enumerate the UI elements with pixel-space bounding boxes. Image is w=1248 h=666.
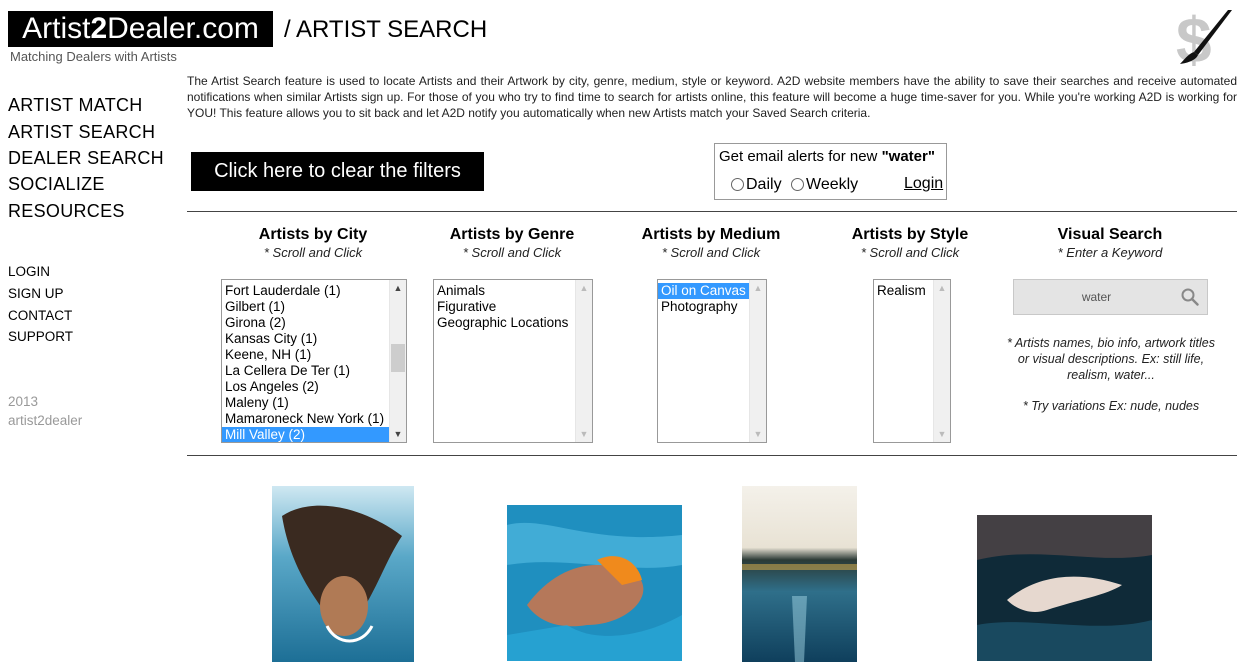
medium-option-selected[interactable]: Oil on Canvas <box>658 283 749 299</box>
nav-login[interactable]: LOGIN <box>8 264 50 279</box>
scroll-up-icon[interactable]: ▲ <box>390 280 406 296</box>
genre-option[interactable]: Geographic Locations <box>434 315 575 331</box>
artwork-image-floating-swimmer <box>977 515 1152 661</box>
style-subheading: * Scroll and Click <box>860 245 960 260</box>
genre-listbox[interactable]: Animals Figurative Geographic Locations … <box>433 279 593 443</box>
page-title: / ARTIST SEARCH <box>284 16 488 43</box>
site-logo[interactable]: Artist2Dealer.com <box>8 11 273 47</box>
medium-scrollbar[interactable]: ▲ ▼ <box>749 280 766 442</box>
genre-option[interactable]: Animals <box>434 283 575 299</box>
visual-search-help: * Artists names, bio info, artwork title… <box>1007 336 1215 382</box>
scroll-up-icon[interactable]: ▲ <box>576 280 592 296</box>
alerts-login-link[interactable]: Login <box>904 175 943 193</box>
city-option[interactable]: Girona (2) <box>222 315 389 331</box>
copyright-year: 2013 <box>8 394 39 409</box>
artwork-thumbnail[interactable] <box>507 505 682 661</box>
city-subheading: * Scroll and Click <box>263 245 363 260</box>
nav-sign-up[interactable]: SIGN UP <box>8 286 64 301</box>
visual-search-box <box>1013 279 1208 315</box>
daily-radio[interactable] <box>731 178 744 191</box>
dollar-brush-icon: $ <box>1176 8 1232 66</box>
search-icon[interactable] <box>1181 288 1199 306</box>
divider-bottom <box>187 455 1237 456</box>
city-listbox[interactable]: Fort Lauderdale (1) Gilbert (1) Girona (… <box>221 279 407 443</box>
visual-search-input[interactable] <box>1014 280 1179 314</box>
city-option[interactable]: Los Angeles (2) <box>222 379 389 395</box>
scroll-down-icon[interactable]: ▼ <box>934 426 950 442</box>
scroll-down-icon[interactable]: ▼ <box>576 426 592 442</box>
nav-artist-search[interactable]: ARTIST SEARCH <box>8 122 155 143</box>
medium-subheading: * Scroll and Click <box>661 245 761 260</box>
copyright-site-name: artist2dealer <box>8 413 83 428</box>
email-alerts-box: Get email alerts for new "water" Daily W… <box>714 143 947 200</box>
nav-resources[interactable]: RESOURCES <box>8 201 125 222</box>
city-option[interactable]: Keene, NH (1) <box>222 347 389 363</box>
genre-scrollbar[interactable]: ▲ ▼ <box>575 280 592 442</box>
scroll-up-icon[interactable]: ▲ <box>750 280 766 296</box>
logo-text-dealer: Dealer.com <box>107 12 259 45</box>
clear-filters-button[interactable]: Click here to clear the filters <box>191 152 484 191</box>
scroll-down-icon[interactable]: ▼ <box>750 426 766 442</box>
city-option[interactable]: Mamaroneck New York (1) <box>222 411 389 427</box>
artwork-image-water-surface <box>742 486 857 662</box>
nav-socialize[interactable]: SOCIALIZE <box>8 174 105 195</box>
visual-search-tip: * Try variations Ex: nude, nudes <box>1022 399 1200 413</box>
medium-option[interactable]: Photography <box>658 299 749 315</box>
genre-option[interactable]: Figurative <box>434 299 575 315</box>
scroll-down-icon[interactable]: ▼ <box>390 426 406 442</box>
nav-contact[interactable]: CONTACT <box>8 308 72 323</box>
email-alerts-prefix: Get email alerts for new <box>719 148 882 165</box>
city-option[interactable]: Kansas City (1) <box>222 331 389 347</box>
weekly-radio[interactable] <box>791 178 804 191</box>
style-scrollbar[interactable]: ▲ ▼ <box>933 280 950 442</box>
email-alerts-keyword: "water" <box>881 148 935 165</box>
artwork-thumbnail[interactable] <box>272 486 414 662</box>
genre-heading: Artists by Genre <box>449 226 575 243</box>
logo-text-2: 2 <box>90 12 108 45</box>
scroll-up-icon[interactable]: ▲ <box>934 280 950 296</box>
medium-listbox[interactable]: Oil on Canvas Photography ▲ ▼ <box>657 279 767 443</box>
nav-support[interactable]: SUPPORT <box>8 329 73 344</box>
city-option-selected[interactable]: Mill Valley (2) <box>222 427 389 442</box>
intro-paragraph: The Artist Search feature is used to loc… <box>187 74 1237 120</box>
divider-top <box>187 211 1237 212</box>
visual-search-subheading: * Enter a Keyword <box>1057 245 1163 260</box>
city-option[interactable]: La Cellera De Ter (1) <box>222 363 389 379</box>
nav-artist-match[interactable]: ARTIST MATCH <box>8 95 143 116</box>
city-option[interactable]: Maleny (1) <box>222 395 389 411</box>
medium-heading: Artists by Medium <box>641 226 781 243</box>
weekly-label[interactable]: Weekly <box>806 176 858 194</box>
artwork-image-swimmer-bikini <box>507 505 682 661</box>
style-heading: Artists by Style <box>851 226 969 243</box>
genre-subheading: * Scroll and Click <box>462 245 562 260</box>
style-listbox[interactable]: Realism ▲ ▼ <box>873 279 951 443</box>
nav-dealer-search[interactable]: DEALER SEARCH <box>8 148 164 169</box>
city-option[interactable]: Gilbert (1) <box>222 299 389 315</box>
site-tagline: Matching Dealers with Artists <box>10 49 177 64</box>
city-heading: Artists by City <box>258 226 368 243</box>
artwork-thumbnail[interactable] <box>742 486 857 662</box>
scroll-thumb[interactable] <box>391 344 405 372</box>
visual-search-heading: Visual Search <box>1057 226 1163 243</box>
logo-text-artist: Artist <box>22 12 91 45</box>
email-alerts-title: Get email alerts for new "water" <box>719 148 935 165</box>
style-option[interactable]: Realism <box>874 283 933 299</box>
city-scrollbar[interactable]: ▲ ▼ <box>389 280 406 442</box>
artwork-thumbnail[interactable] <box>977 515 1152 661</box>
daily-label[interactable]: Daily <box>746 176 782 194</box>
artwork-image-underwater-hair <box>272 486 414 662</box>
city-option[interactable]: Fort Lauderdale (1) <box>222 283 389 299</box>
